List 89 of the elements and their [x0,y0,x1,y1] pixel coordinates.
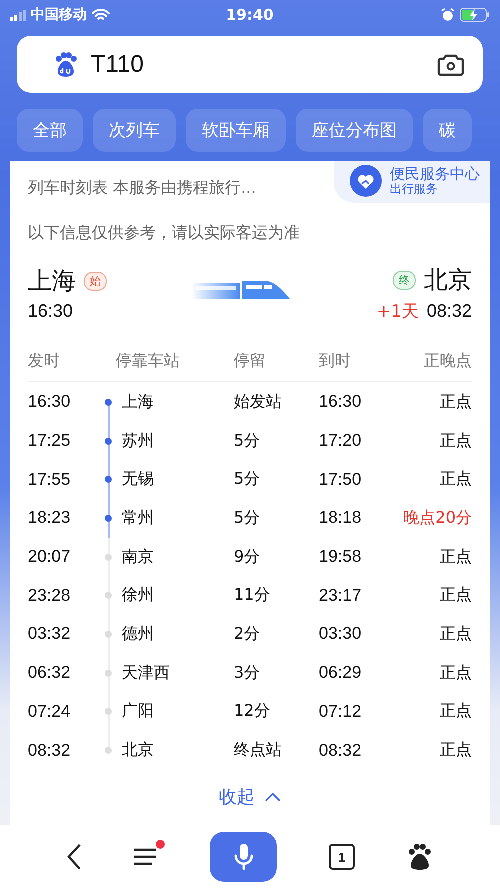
table-cell-text: 23:28 [28,586,72,606]
table-cell-text: 2分 [234,624,262,645]
filter-tab[interactable]: 软卧车厢 [186,109,286,152]
table-cell-text: 17:55 [28,470,72,490]
column-header: 停留 [234,350,267,372]
column-header: 停靠车站 [116,350,181,372]
microphone-icon [234,843,254,871]
column-header: 正晚点 [423,350,472,372]
table-cell: 南京 [122,546,154,568]
card-subtitle: 列车时刻表 本服务由携程旅行... [28,178,256,199]
alarm-icon [441,8,455,22]
table-cell-text: 17:50 [319,470,363,490]
table-cell-text: 正点 [439,392,472,413]
table-cell-text: 08:32 [28,740,72,761]
table-cell-text: 23:17 [319,586,363,606]
search-query: T110 [91,50,145,78]
table-cell: 德州 [122,624,154,645]
arrival-time: 08:32 [426,301,472,322]
voice-button[interactable] [210,832,278,882]
table-cell-text: 03:32 [28,624,72,644]
table-cell-text: 06:32 [28,663,72,684]
back-icon[interactable] [66,843,82,871]
table-cell-text: 12分 [234,701,272,722]
table-cell-text: 17:25 [28,431,72,452]
table-cell-text: 16:30 [319,392,363,412]
heart-hand-icon [350,165,382,197]
filter-tab[interactable]: 次列车 [93,109,176,152]
table-cell-text: 终点站 [234,740,283,762]
filter-tab[interactable]: 碳 [423,109,472,152]
table-cell-text: 20:07 [28,547,72,568]
service-title: 便民服务中心 [390,166,480,183]
table-cell: 天津西 [122,662,170,684]
service-subtitle: 出行服务 [390,182,439,196]
table-cell: 上海 [122,392,154,413]
terminal-tag: 终 [392,270,416,290]
table-cell-text: 18:18 [319,508,363,528]
chevron-up-icon [265,792,281,802]
column-header: 到时 [319,350,352,372]
collapse-link[interactable]: 收起 [213,784,287,810]
table-cell-text: 06:29 [319,663,363,684]
table-cell-text: 正点 [439,430,472,452]
search-field[interactable]: T110 [17,36,483,93]
table-cell-text: 11分 [234,585,272,606]
table-cell-text: 正点 [439,662,472,684]
notice-text: 以下信息仅供参考，请以实际客运为准 [28,223,301,244]
service-center-badge[interactable]: 便民服务中心 出行服务 [334,161,490,203]
paw-logo-icon [53,52,79,78]
table-cell-text: 07:12 [319,702,363,722]
column-header: 发时 [28,350,61,372]
battery-icon [460,8,490,22]
table-cell-text: 16:30 [28,392,72,412]
table-cell: 北京 [122,740,154,762]
departure-time: 16:30 [28,301,74,322]
table-cell-text: 17:20 [319,431,363,452]
table-cell-text: 9分 [234,546,262,568]
wifi-icon [92,8,110,22]
clock-time: 19:40 [226,6,274,24]
signal-icon [10,10,26,20]
origin-tag: 始 [84,272,107,290]
table-cell-text: 03:30 [319,624,363,644]
table-cell-text: 晚点20分 [402,508,472,529]
table-cell-text: 正点 [439,585,472,606]
table-cell-text: 19:58 [319,547,363,568]
table-cell-text: 正点 [439,740,472,762]
table-cell: 广阳 [122,701,154,722]
carrier-name: 中国移动 [31,6,87,24]
day-offset: +1天 [376,301,419,323]
table-cell-text: 正点 [439,469,472,490]
table-cell-text: 5分 [234,469,262,490]
table-cell-text: 正点 [439,624,472,645]
table-cell-text: 5分 [234,430,262,452]
terminal-station: 北京 [424,265,472,296]
table-cell: 苏州 [122,430,154,452]
tab-count-button[interactable]: 1 [328,844,355,870]
table-cell-text: 3分 [234,662,262,684]
table-cell-text: 08:32 [319,740,363,761]
table-cell-text: 始发站 [234,392,283,413]
table-cell: 常州 [122,508,154,529]
table-cell-text: 07:24 [28,702,72,722]
table-cell-text: 18:23 [28,508,72,528]
camera-icon[interactable] [437,52,465,76]
filter-tab[interactable]: 全部 [17,109,83,152]
table-cell-text: 正点 [439,546,472,568]
origin-station: 上海 [28,266,76,297]
filter-tab[interactable]: 座位分布图 [296,109,413,152]
table-cell-text: 正点 [439,701,472,722]
table-cell-text: 5分 [234,508,262,529]
table-cell: 徐州 [122,585,154,606]
table-cell: 无锡 [122,469,154,490]
